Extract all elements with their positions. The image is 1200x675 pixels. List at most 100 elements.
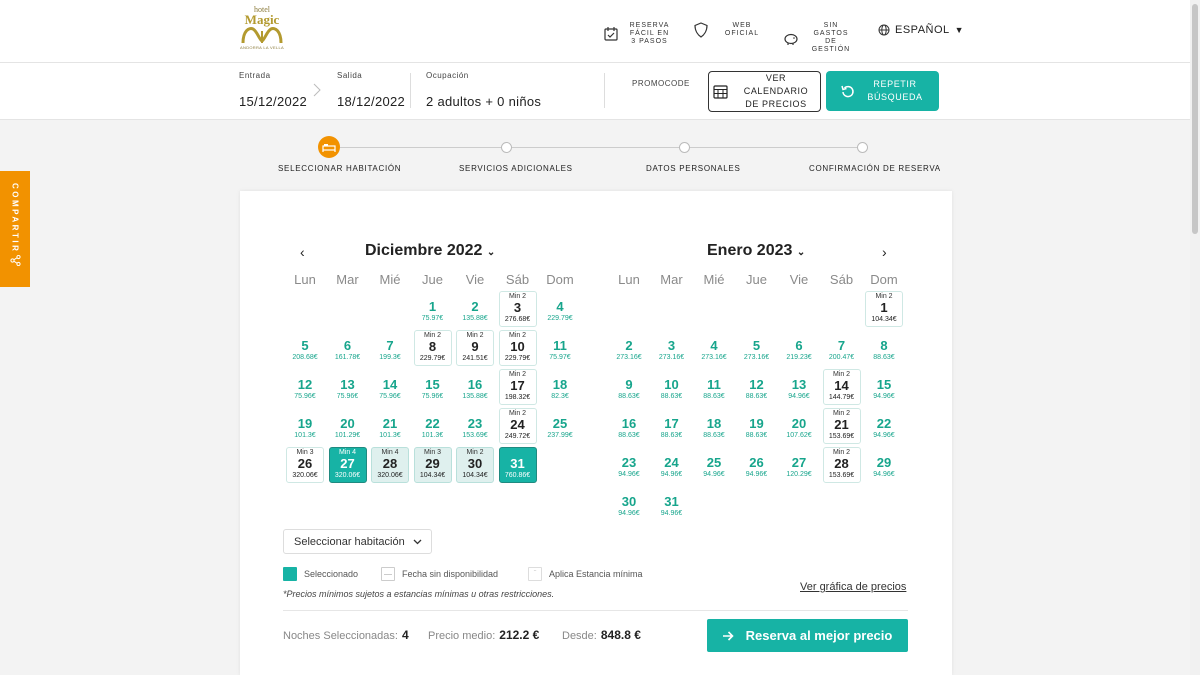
calendar-day[interactable]: 6 219.23€ bbox=[780, 330, 818, 366]
calendar-day[interactable]: 14 75.96€ bbox=[371, 369, 409, 405]
calendar-day[interactable]: 13 75.96€ bbox=[329, 369, 367, 405]
next-month-button[interactable]: › bbox=[882, 244, 887, 260]
day-price: 88.63€ bbox=[618, 432, 640, 439]
occupancy-value: 2 adultos + 0 niños bbox=[426, 94, 542, 109]
calendar-day[interactable]: Min 2 9 241.51€ bbox=[456, 330, 494, 366]
book-best-price-button[interactable]: Reserva al mejor precio bbox=[707, 619, 908, 652]
day-price: 88.63€ bbox=[703, 393, 725, 400]
calendar-day[interactable]: 5 273.16€ bbox=[738, 330, 776, 366]
calendar-day[interactable]: 15 75.96€ bbox=[414, 369, 452, 405]
calendar-day[interactable]: 22 101.3€ bbox=[414, 408, 452, 444]
calendar-day[interactable]: 18 82.3€ bbox=[541, 369, 579, 405]
day-number: 25 bbox=[706, 455, 722, 470]
calendar-day[interactable]: Min 2 3 276.68€ bbox=[498, 291, 537, 327]
calendar-day[interactable]: 15 94.96€ bbox=[865, 369, 903, 405]
scrollbar-thumb[interactable] bbox=[1192, 4, 1198, 234]
calendar-day[interactable]: 3 273.16€ bbox=[653, 330, 691, 366]
calendar-day[interactable]: Min 2 10 229.79€ bbox=[498, 330, 537, 366]
calendar-day[interactable]: 7 199.3€ bbox=[371, 330, 409, 366]
calendar-day[interactable]: 26 94.96€ bbox=[738, 447, 776, 483]
calendar-day[interactable]: 31 94.96€ bbox=[653, 486, 691, 522]
calendar-day[interactable]: 23 94.96€ bbox=[610, 447, 648, 483]
calendar-day[interactable]: 8 88.63€ bbox=[865, 330, 903, 366]
month-title-january[interactable]: Enero 2023 ⌄ bbox=[707, 242, 805, 260]
calendar-day[interactable]: 10 88.63€ bbox=[653, 369, 691, 405]
day-number: 19 bbox=[749, 416, 764, 431]
calendar-day[interactable]: 12 75.96€ bbox=[286, 369, 324, 405]
calendar-day[interactable]: Min 2 14 144.79€ bbox=[822, 369, 861, 405]
calendar-day[interactable]: 20 107.62€ bbox=[780, 408, 818, 444]
calendar-day[interactable]: 25 94.96€ bbox=[695, 447, 733, 483]
refresh-icon bbox=[841, 85, 854, 97]
calendar-day[interactable]: 20 101.29€ bbox=[329, 408, 367, 444]
calendar-day[interactable]: Min 2 8 229.79€ bbox=[413, 330, 452, 366]
calendar-day[interactable]: 11 88.63€ bbox=[695, 369, 733, 405]
day-price: 75.96€ bbox=[421, 393, 444, 400]
calendar-day[interactable]: 4 273.16€ bbox=[695, 330, 733, 366]
month-title-december[interactable]: Diciembre 2022 ⌄ bbox=[365, 242, 495, 260]
price-graph-link[interactable]: Ver gráfica de precios bbox=[800, 581, 906, 593]
day-number: 1 bbox=[428, 299, 437, 314]
calendar-day[interactable]: 7 200.47€ bbox=[823, 330, 861, 366]
calendar-day[interactable]: 11 75.97€ bbox=[541, 330, 579, 366]
calendar-day[interactable]: 19 88.63€ bbox=[738, 408, 776, 444]
calendar-day[interactable]: 17 88.63€ bbox=[653, 408, 691, 444]
calendar-day[interactable]: 16 135.88€ bbox=[456, 369, 494, 405]
calendar-day[interactable]: 27 120.29€ bbox=[780, 447, 818, 483]
calendar-day[interactable]: Min 3 29 104.34€ bbox=[413, 447, 452, 483]
price-note: *Precios mínimos sujetos a estancias mín… bbox=[283, 589, 555, 599]
calendar-day[interactable]: 13 94.96€ bbox=[780, 369, 818, 405]
from-label: Desde: bbox=[562, 630, 597, 642]
day-price: 94.96€ bbox=[660, 510, 683, 517]
checkin-field[interactable]: Entrada 15/12/2022 bbox=[239, 71, 307, 109]
occupancy-label: Ocupación bbox=[426, 71, 469, 80]
day-price: 88.63€ bbox=[873, 354, 895, 361]
room-select-label: Seleccionar habitación bbox=[294, 535, 405, 548]
calendar-day[interactable]: 4 229.79€ bbox=[541, 291, 579, 327]
day-price: 94.96€ bbox=[873, 393, 895, 400]
day-price: 153.69€ bbox=[462, 432, 488, 439]
calendar-day[interactable]: 1 75.97€ bbox=[414, 291, 452, 327]
legend-unavailable: Fecha sin disponibilidad bbox=[381, 567, 498, 581]
calendar-day[interactable]: Min 4 27 320.06€ bbox=[328, 447, 367, 483]
language-selector[interactable]: ESPAÑOL ▼ bbox=[878, 24, 964, 36]
calendar-day[interactable]: 30 94.96€ bbox=[610, 486, 648, 522]
calendar-day[interactable]: Min 2 24 249.72€ bbox=[498, 408, 537, 444]
weekday-header: Sáb bbox=[829, 272, 854, 287]
calendar-day[interactable]: 2 135.88€ bbox=[456, 291, 494, 327]
calendar-day[interactable]: 29 94.96€ bbox=[865, 447, 903, 483]
calendar-day[interactable]: 9 88.63€ bbox=[610, 369, 648, 405]
room-select-dropdown[interactable]: Seleccionar habitación bbox=[283, 529, 432, 554]
calendar-day[interactable]: Min 4 28 320.06€ bbox=[371, 447, 409, 483]
calendar-day[interactable]: Min 2 28 153.69€ bbox=[822, 447, 861, 483]
checkout-field[interactable]: Salida 18/12/2022 bbox=[337, 71, 405, 109]
calendar-day[interactable]: 16 88.63€ bbox=[610, 408, 648, 444]
prev-month-button[interactable]: ‹ bbox=[300, 244, 305, 260]
calendar-day[interactable]: 5 208.68€ bbox=[286, 330, 324, 366]
hotel-logo[interactable]: hotel Magic ANDORRA LA VELLA bbox=[236, 6, 288, 58]
day-number: 15 bbox=[425, 377, 440, 392]
occupancy-field[interactable]: Ocupación 2 adultos + 0 niños bbox=[426, 71, 541, 109]
step-confirmation: CONFIRMACIÓN DE RESERVA bbox=[809, 164, 941, 173]
calendar-day[interactable]: 24 94.96€ bbox=[653, 447, 691, 483]
calendar-day[interactable]: 22 94.96€ bbox=[865, 408, 903, 444]
calendar-day[interactable]: Min 3 26 320.06€ bbox=[286, 447, 324, 483]
calendar-day[interactable]: Min 2 17 198.32€ bbox=[498, 369, 537, 405]
calendar-day[interactable]: 19 101.3€ bbox=[286, 408, 324, 444]
page-scrollbar[interactable] bbox=[1190, 0, 1200, 675]
promocode-field[interactable]: PROMOCODE bbox=[632, 79, 690, 88]
calendar-day[interactable]: 31 760.86€ bbox=[498, 447, 537, 483]
calendar-day[interactable]: 23 153.69€ bbox=[456, 408, 494, 444]
price-calendar-button[interactable]: Ver calendario de precios bbox=[708, 71, 821, 112]
calendar-day[interactable]: 12 88.63€ bbox=[738, 369, 776, 405]
calendar-day[interactable]: 6 161.78€ bbox=[329, 330, 367, 366]
calendar-day[interactable]: Min 2 1 104.34€ bbox=[865, 291, 903, 327]
calendar-day[interactable]: Min 2 21 153.69€ bbox=[822, 408, 861, 444]
repeat-search-button[interactable]: Repetir búsqueda bbox=[826, 71, 939, 111]
calendar-day[interactable]: 21 101.3€ bbox=[371, 408, 409, 444]
calendar-day[interactable]: 25 237.99€ bbox=[541, 408, 579, 444]
day-number: 11 bbox=[707, 377, 721, 392]
calendar-day[interactable]: Min 2 30 104.34€ bbox=[456, 447, 494, 483]
calendar-day[interactable]: 18 88.63€ bbox=[695, 408, 733, 444]
calendar-day[interactable]: 2 273.16€ bbox=[610, 330, 648, 366]
